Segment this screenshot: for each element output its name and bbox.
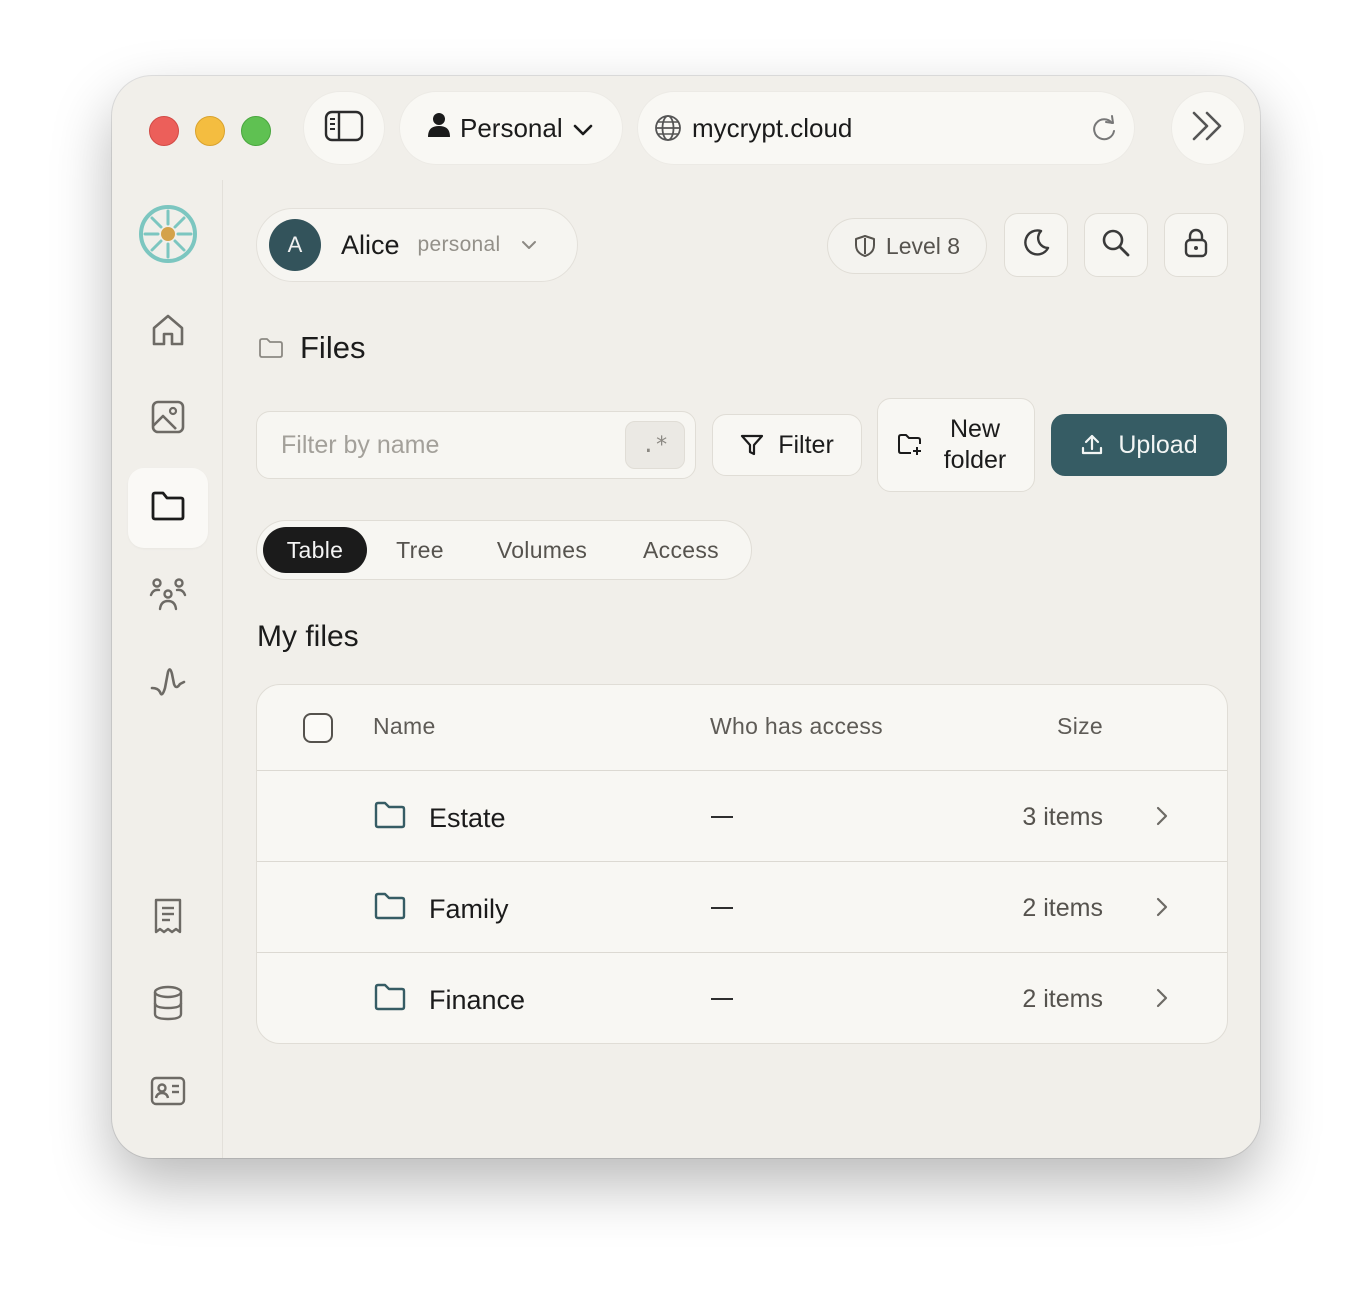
app-sidebar	[112, 180, 223, 1158]
new-folder-button[interactable]: New folder	[877, 398, 1035, 492]
sidebar-item-files[interactable]	[128, 468, 208, 548]
extensions-button[interactable]	[1172, 92, 1244, 164]
sidebar-item-contacts[interactable]	[128, 556, 208, 636]
contact-card-icon	[150, 1075, 186, 1112]
lock-button[interactable]	[1164, 213, 1228, 277]
chevron-right-icon	[1155, 805, 1169, 832]
upload-button-label: Upload	[1118, 430, 1198, 459]
shield-icon	[854, 234, 876, 258]
app-logo[interactable]	[128, 196, 208, 276]
profile-label: Personal	[460, 112, 563, 143]
close-window-button[interactable]	[149, 116, 179, 146]
upload-icon	[1080, 433, 1104, 457]
row-size: 2 items	[1022, 985, 1103, 1013]
person-icon	[428, 112, 450, 145]
folder-plus-icon	[897, 433, 923, 457]
sidebar-item-receipts[interactable]	[128, 878, 208, 958]
account-switcher[interactable]: A Alice personal	[256, 208, 578, 282]
filter-field[interactable]: .*	[256, 411, 696, 479]
filter-by-name-input[interactable]	[281, 430, 611, 460]
sidebar-item-photos[interactable]	[128, 379, 208, 459]
regex-toggle-button[interactable]: .*	[625, 421, 685, 469]
view-tabs: Table Tree Volumes Access	[256, 520, 752, 580]
row-access-empty	[711, 907, 733, 909]
image-icon	[150, 399, 186, 440]
new-folder-label-line2: folder	[943, 446, 1007, 474]
receipt-icon	[152, 897, 184, 940]
row-size: 3 items	[1022, 803, 1103, 831]
folder-icon	[374, 983, 406, 1016]
sidebar-item-home[interactable]	[128, 292, 208, 372]
table-row[interactable]: Finance 2 items	[257, 953, 1227, 1043]
sidebar-item-activity[interactable]	[128, 644, 208, 724]
double-chevron-right-icon	[1190, 110, 1226, 147]
lock-icon	[1183, 228, 1209, 263]
folder-icon	[374, 892, 406, 925]
main-content: A Alice personal Level 8 Files Filter by…	[224, 180, 1260, 1158]
sidebar-toggle-icon	[324, 110, 364, 147]
section-title: My files	[257, 620, 359, 653]
level-label: Level 8	[885, 232, 961, 259]
dark-mode-button[interactable]	[1004, 213, 1068, 277]
chevron-right-icon	[1155, 896, 1169, 923]
row-access-empty	[711, 998, 733, 1000]
logo-icon	[137, 203, 199, 270]
row-name: Finance	[429, 985, 526, 1015]
column-header-access[interactable]: Who has access	[710, 713, 883, 740]
tab-access[interactable]: Access	[621, 527, 741, 573]
activity-icon	[150, 664, 186, 705]
filter-button-label: Filter	[778, 430, 834, 459]
home-icon	[150, 312, 186, 353]
files-table: Name Who has access Size Estate 3 items	[256, 684, 1228, 1044]
moon-icon	[1021, 228, 1051, 263]
page-title: Files	[300, 330, 366, 365]
select-all-checkbox[interactable]	[303, 713, 333, 743]
reload-icon[interactable]	[1090, 114, 1118, 151]
new-folder-label-line1: New	[949, 415, 1000, 443]
url-text: mycrypt.cloud	[692, 112, 853, 143]
zoom-window-button[interactable]	[241, 116, 271, 146]
tab-volumes[interactable]: Volumes	[477, 527, 607, 573]
search-icon	[1101, 228, 1131, 263]
chevron-right-icon	[1155, 987, 1169, 1014]
chevron-down-icon	[573, 113, 593, 144]
table-header: Name Who has access Size	[257, 685, 1227, 771]
security-level-badge[interactable]: Level 8	[827, 218, 987, 274]
folder-icon	[374, 801, 406, 834]
column-header-size[interactable]: Size	[1057, 713, 1103, 740]
folder-icon	[150, 490, 186, 527]
user-name: Alice	[341, 229, 400, 260]
sidebar-item-identity[interactable]	[128, 1053, 208, 1133]
row-name: Estate	[429, 803, 506, 833]
folder-icon	[258, 337, 284, 359]
chevron-down-icon	[521, 240, 537, 250]
sidebar-toggle-button[interactable]	[304, 92, 384, 164]
globe-icon	[654, 114, 682, 142]
people-icon	[149, 576, 187, 617]
filter-button[interactable]: Filter	[712, 414, 862, 476]
minimize-window-button[interactable]	[195, 116, 225, 146]
page-header: Files	[258, 330, 365, 366]
row-name: Family	[429, 894, 509, 924]
browser-window: Personal mycrypt.cloud A Alice personal …	[112, 76, 1260, 1158]
avatar: A	[269, 219, 321, 271]
table-row[interactable]: Estate 3 items	[257, 771, 1227, 862]
browser-profile-switcher[interactable]: Personal	[400, 92, 622, 164]
table-row[interactable]: Family 2 items	[257, 862, 1227, 953]
tab-table[interactable]: Table	[263, 527, 367, 573]
database-icon	[152, 985, 184, 1026]
search-button[interactable]	[1084, 213, 1148, 277]
account-type: personal	[417, 233, 501, 256]
upload-button[interactable]: Upload	[1051, 414, 1227, 476]
address-bar[interactable]: mycrypt.cloud	[638, 92, 1134, 164]
funnel-icon	[740, 433, 764, 457]
column-header-name[interactable]: Name	[373, 713, 436, 740]
row-size: 2 items	[1022, 894, 1103, 922]
sidebar-item-storage[interactable]	[128, 965, 208, 1045]
row-access-empty	[711, 816, 733, 818]
new-folder-label: New folder	[935, 414, 1015, 476]
tab-tree[interactable]: Tree	[377, 527, 463, 573]
